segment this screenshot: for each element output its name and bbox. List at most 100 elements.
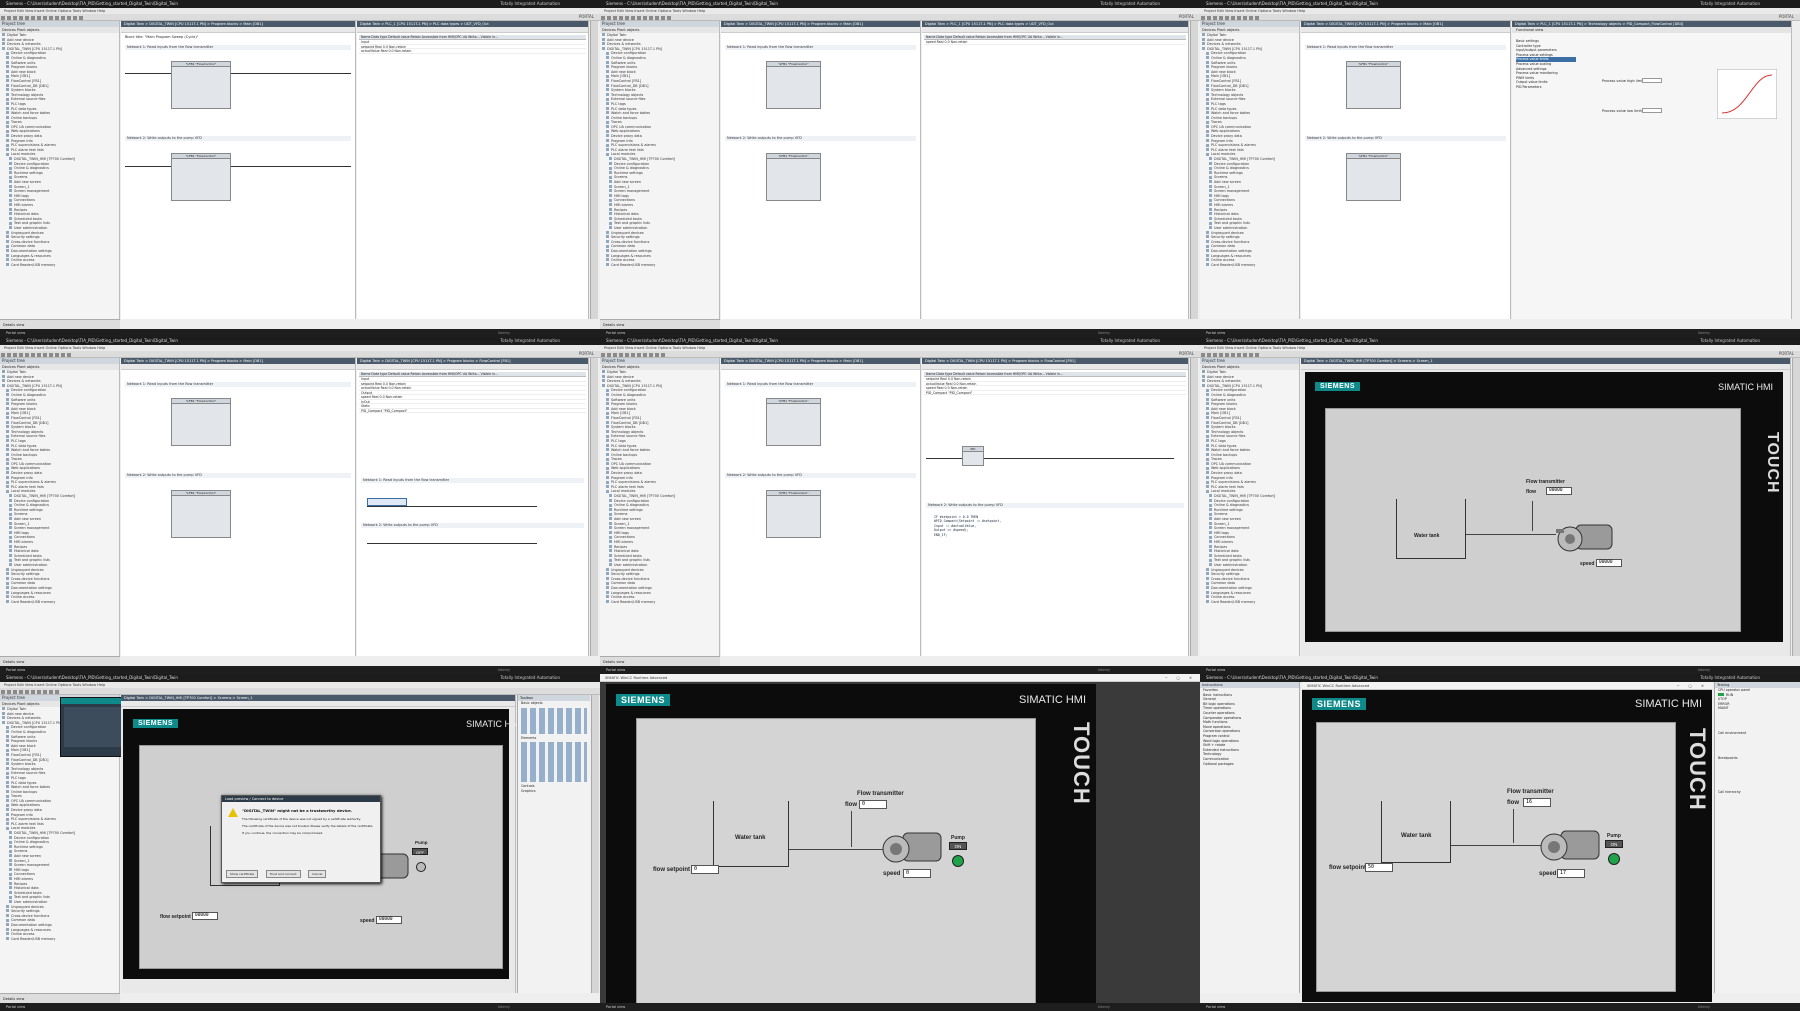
- table-row[interactable]: speed Real 0.0 Non-retain: [924, 40, 1186, 45]
- flowcontrol-editor[interactable]: Digital Twin > DIGITAL_TWIN [CPU 1511T-1…: [922, 358, 1189, 656]
- network-1[interactable]: Network 1: Read inputs from the flow tra…: [361, 478, 584, 483]
- low-limit-input[interactable]: [1642, 108, 1662, 113]
- elements-grid[interactable]: [521, 742, 587, 783]
- editor-toolbar[interactable]: [1301, 27, 1510, 33]
- toolbox-section[interactable]: Basic objects: [518, 701, 590, 706]
- trust-connect-button[interactable]: Trust and connect: [265, 870, 301, 878]
- network-2[interactable]: Network 2: Write outputs to the pump VFD: [125, 136, 351, 141]
- interface-table[interactable]: Name Data type Default value Retain Acce…: [359, 35, 586, 54]
- network-2[interactable]: Network 2: Write outputs to the pump VFD: [361, 523, 584, 528]
- network-1[interactable]: Network 1: Read inputs from the flow tra…: [725, 382, 916, 387]
- udt-table[interactable]: Name Data type Default value Retain Acce…: [924, 35, 1186, 45]
- tree-rows[interactable]: Digital Twin Add new device Devices & netw…: [0, 370, 119, 604]
- basic-objects-grid[interactable]: [521, 707, 587, 734]
- speed-io-field[interactable]: 00000: [376, 916, 402, 924]
- function-block-2[interactable]: %FB1 "FlowControl": [171, 490, 231, 538]
- network-2[interactable]: Network 2: Write outputs to the pump VFD: [125, 473, 351, 478]
- main-toolbar[interactable]: [0, 14, 600, 21]
- project-tree[interactable]: Project tree Devices Plant objects Digit…: [0, 21, 120, 319]
- project-tree[interactable]: Project tree Devices Plant objects Digit…: [0, 358, 120, 656]
- flow-setpoint-io-field[interactable]: 0: [691, 865, 719, 874]
- testing-panel[interactable]: Testing CPU operator panel RUN STOP ERRO…: [1714, 682, 1800, 993]
- window-controls[interactable]: ─ ▢ ✕: [1677, 682, 1708, 690]
- settings-nav[interactable]: Basic settings Controller type Input/out…: [1516, 39, 1576, 90]
- project-tree[interactable]: Project tree Devices Plant objects Digit…: [1200, 21, 1300, 319]
- flow-io-field[interactable]: 0: [859, 800, 887, 809]
- task-card-strip[interactable]: [591, 695, 599, 993]
- task-card-strip[interactable]: [590, 21, 598, 319]
- project-tree[interactable]: Project tree Devices Plant objects Digit…: [600, 358, 720, 656]
- tree-rows[interactable]: Digital Twin Add new device Devices & netw…: [600, 33, 719, 267]
- untrusted-device-dialog[interactable]: Load preview / Connect to device "DIGITA…: [221, 795, 381, 883]
- settings-item[interactable]: PID Parameters: [1516, 85, 1576, 90]
- pump-off-button[interactable]: OFF: [412, 848, 428, 855]
- task-card-strip[interactable]: [1190, 358, 1198, 656]
- tree-rows[interactable]: Digital Twin Add new device Devices & netw…: [600, 370, 719, 604]
- table-row[interactable]: actualValue Real 0.0 Non-retain: [359, 49, 586, 54]
- main-toolbar[interactable]: [1200, 14, 1800, 21]
- function-block-2[interactable]: %FB1 "FlowControl": [171, 153, 231, 201]
- speed-io-field[interactable]: 00000: [1596, 559, 1622, 567]
- editor-toolbar[interactable]: [922, 364, 1188, 370]
- cancel-button[interactable]: Cancel: [308, 870, 327, 878]
- technology-object-editor[interactable]: Digital Twin > PLC_1 [CPU 1511T-1 PN] > …: [1512, 21, 1792, 319]
- function-block-2[interactable]: %FB1 "FlowControl": [766, 153, 821, 201]
- window-controls[interactable]: ─ ▢ ✕: [1165, 674, 1196, 682]
- main-toolbar[interactable]: [600, 14, 1200, 21]
- editor-toolbar[interactable]: [121, 364, 355, 370]
- details-view[interactable]: Details view: [600, 319, 720, 329]
- editor-toolbar[interactable]: [721, 27, 920, 33]
- tree-item[interactable]: Card Reader/USB memory: [600, 263, 719, 268]
- flowcontrol-editor[interactable]: Digital Twin > DIGITAL_TWIN [CPU 1511T-1…: [357, 358, 589, 656]
- function-block-2[interactable]: %FB1 "FlowControl": [766, 490, 821, 538]
- main-toolbar[interactable]: [0, 351, 600, 358]
- network-drop-zone[interactable]: [367, 498, 407, 506]
- editor-toolbar[interactable]: [357, 364, 588, 370]
- pump-on-button[interactable]: ON: [949, 842, 967, 850]
- ladder-editor[interactable]: Digital Twin > DIGITAL_TWIN [CPU 1511T-1…: [121, 358, 356, 656]
- interface-table[interactable]: Name Data type Default value Retain Acce…: [924, 372, 1186, 395]
- show-certificate-button[interactable]: Show certificate: [226, 870, 259, 878]
- toolbox-panel[interactable]: Toolbox Basic objects Elements Controls …: [517, 695, 590, 993]
- speed-io-field[interactable]: 17: [1557, 869, 1585, 878]
- hmi-screen-editor[interactable]: Digital Twin > DIGITAL_TWIN_HMI [TP700 C…: [121, 695, 521, 993]
- network-1[interactable]: Network 1: Read inputs from the flow tra…: [125, 45, 351, 50]
- tab-functional-view[interactable]: Functional view: [1512, 27, 1791, 33]
- ladder-editor[interactable]: Digital Twin > DIGITAL_TWIN [CPU 1511T-1…: [121, 21, 356, 319]
- hmi-screen[interactable]: Flow transmitter flow 16 Water tank Pump…: [1316, 722, 1676, 992]
- main-toolbar[interactable]: [0, 688, 600, 695]
- speed-io-field[interactable]: 0: [903, 869, 931, 878]
- tree-rows[interactable]: Digital Twin Add new device Devices & netw…: [1200, 33, 1299, 267]
- pid-call-box[interactable]: PID: [962, 446, 984, 466]
- network-2[interactable]: Network 2: Write outputs to the pump VFD: [1305, 136, 1506, 141]
- testing-item[interactable]: Call environment: [1715, 731, 1800, 736]
- table-row[interactable]: PID_Compact "PID_Compact": [924, 391, 1186, 395]
- toolbox-section[interactable]: Graphics: [518, 789, 590, 794]
- project-tree[interactable]: Project tree Devices Plant objects Digit…: [600, 21, 720, 319]
- main-toolbar[interactable]: [1200, 351, 1800, 358]
- table-row[interactable]: PID_Compact "PID_Compact": [359, 409, 586, 413]
- tree-rows[interactable]: Digital Twin Add new device Devices & netw…: [1200, 370, 1299, 604]
- network-1[interactable]: Network 1: Read inputs from the flow tra…: [125, 382, 351, 387]
- hmi-screen[interactable]: Flow transmitter flow 0 Water tank Pump …: [636, 718, 1036, 1004]
- project-tree[interactable]: Project tree Devices Plant objects Digit…: [1200, 358, 1300, 656]
- testing-item[interactable]: Breakpoints: [1715, 756, 1800, 761]
- tree-item[interactable]: Card Reader/USB memory: [1200, 600, 1299, 605]
- function-block-1[interactable]: %FB1 "FlowControl": [766, 61, 821, 109]
- high-limit-input[interactable]: [1642, 78, 1662, 83]
- flow-io-field[interactable]: 00000: [1546, 487, 1572, 495]
- ladder-editor[interactable]: Digital Twin > DIGITAL_TWIN [CPU 1511T-1…: [1301, 21, 1511, 319]
- hmi-screen-editor[interactable]: Digital Twin > DIGITAL_TWIN_HMI [TP700 C…: [1301, 358, 1791, 656]
- ladder-editor[interactable]: Digital Twin > DIGITAL_TWIN [CPU 1511T-1…: [721, 21, 921, 319]
- flow-setpoint-io-field[interactable]: 00000: [192, 912, 218, 920]
- testing-item[interactable]: Call hierarchy: [1715, 790, 1800, 795]
- interface-editor[interactable]: Digital Twin > PLC_1 [CPU 1511T-1 PN] > …: [357, 21, 589, 319]
- task-card-strip[interactable]: [1190, 21, 1198, 319]
- editor-toolbar[interactable]: [357, 27, 588, 33]
- details-view[interactable]: Details view: [0, 656, 120, 666]
- function-block-1[interactable]: %FB1 "FlowControl": [766, 398, 821, 446]
- tree-item[interactable]: Card Reader/USB memory: [0, 937, 119, 942]
- flow-io-field[interactable]: 16: [1523, 798, 1551, 807]
- tree-item[interactable]: Card Reader/USB memory: [0, 263, 119, 268]
- ladder-editor[interactable]: Digital Twin > DIGITAL_TWIN [CPU 1511T-1…: [721, 358, 921, 656]
